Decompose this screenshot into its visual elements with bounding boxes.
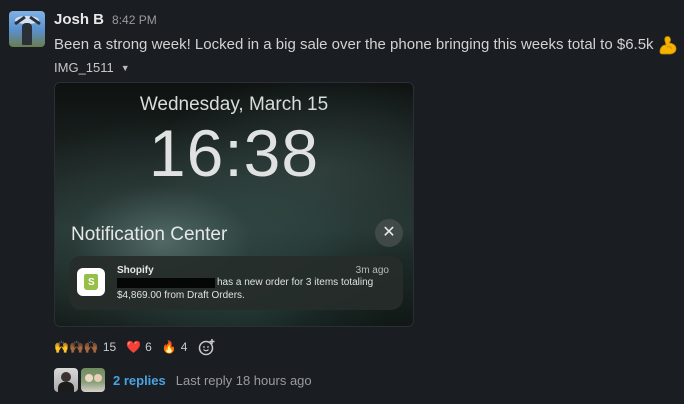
author-name[interactable]: Josh B	[54, 11, 104, 28]
reaction-fire[interactable]: 🔥 4	[162, 340, 188, 354]
shopify-icon: S	[77, 268, 105, 296]
reaction-count: 6	[145, 340, 152, 354]
notification-text-line2: $4,869.00 from Draft Orders.	[117, 290, 245, 301]
raised-hands-icon: 🙌🙌🏾🙌🏾	[54, 340, 99, 354]
chevron-down-icon[interactable]: ▼	[121, 63, 130, 73]
avatar-person	[22, 23, 32, 45]
notification-app-name: Shopify	[117, 265, 154, 276]
lockscreen-time: 16:38	[148, 116, 320, 190]
reply-avatar	[54, 368, 78, 392]
fire-icon: 🔥	[161, 340, 177, 354]
attachment-image[interactable]: Wednesday, March 15 16:38 Notification C…	[54, 82, 414, 327]
last-reply-time: Last reply 18 hours ago	[175, 372, 312, 388]
message-header: Josh B 8:42 PM	[54, 11, 157, 29]
attachment-label[interactable]: IMG_1511 ▼	[54, 60, 130, 75]
message: Josh B 8:42 PM Been a strong week! Locke…	[0, 0, 684, 404]
avatar-body	[58, 382, 74, 392]
avatar-head	[94, 374, 102, 382]
lockscreen-date: Wednesday, March 15	[139, 94, 329, 115]
heart-icon: ❤️	[126, 340, 142, 354]
flexed-biceps-icon	[659, 36, 676, 55]
author-avatar[interactable]	[9, 11, 45, 47]
avatar-head	[85, 374, 93, 382]
reaction-count: 4	[180, 340, 188, 354]
avatar-head	[61, 372, 71, 382]
reactions-bar: 🙌🙌🏾🙌🏾 15 ❤️ 6 🔥 4	[54, 337, 217, 357]
add-reaction-icon[interactable]	[197, 337, 217, 357]
notification-time: 3m ago	[355, 265, 389, 276]
redacted-store-name	[117, 278, 215, 288]
replies-link[interactable]: 2 replies	[113, 373, 166, 388]
message-body: Been a strong week! Locked in a big sale…	[54, 35, 654, 53]
close-icon: ✕	[375, 219, 403, 247]
notification-center-title: Notification Center	[71, 224, 228, 245]
attachment-filename[interactable]: IMG_1511	[54, 60, 114, 75]
message-timestamp[interactable]: 8:42 PM	[112, 13, 157, 27]
notification-text-line1: has a new order for 3 items totaling	[217, 277, 374, 288]
notification-card: S Shopify 3m ago has a new order for 3 i…	[69, 256, 403, 310]
reaction-heart[interactable]: ❤️ 6	[126, 340, 152, 354]
thread-summary[interactable]: 2 replies Last reply 18 hours ago	[54, 368, 312, 392]
reply-avatar	[81, 368, 105, 392]
message-text: Been a strong week! Locked in a big sale…	[54, 34, 679, 55]
smiley-plus-icon	[199, 339, 215, 356]
shopify-s-glyph: S	[88, 277, 95, 288]
reaction-raised-hands[interactable]: 🙌🙌🏾🙌🏾 15	[54, 340, 116, 354]
reaction-count: 15	[102, 340, 117, 354]
